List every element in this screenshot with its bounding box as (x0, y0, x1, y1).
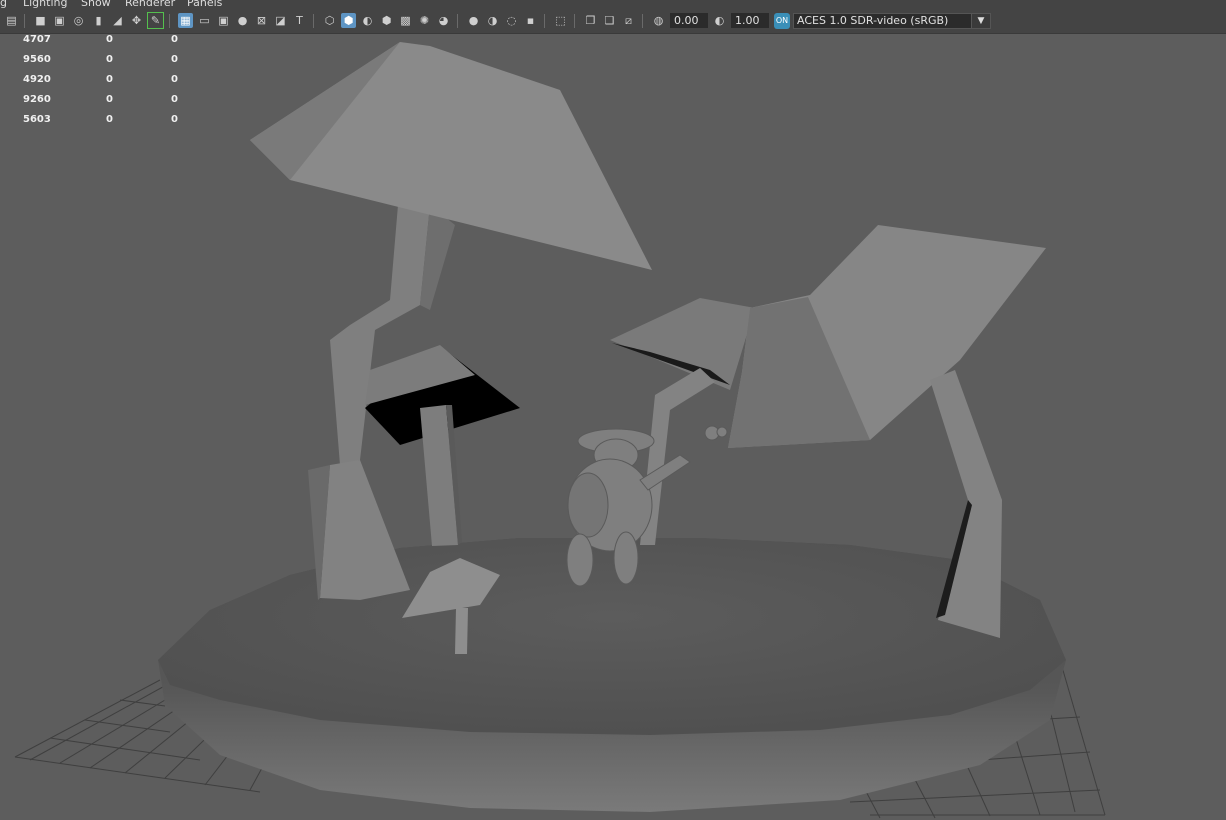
viewport-3d[interactable] (0, 34, 1226, 820)
xray-components-icon[interactable]: ⧄ (621, 13, 636, 28)
xray-joints-icon[interactable]: ❑ (602, 13, 617, 28)
menu-renderer[interactable]: Renderer (125, 0, 175, 9)
hud-row: 4707 0 0 (0, 34, 200, 54)
menu-shading[interactable]: g (0, 0, 7, 9)
gate-mask-icon[interactable]: ● (235, 13, 250, 28)
gamma-field[interactable]: 1.00 (731, 13, 769, 28)
gamma-icon[interactable]: ◐ (712, 13, 727, 28)
viewport-menubar: g Lighting Show Renderer Panels (0, 0, 1226, 10)
ground-disk (158, 538, 1066, 812)
hud-value: 9260 (23, 94, 51, 105)
wireframe-on-shaded-icon[interactable]: ⬢ (379, 13, 394, 28)
grid-icon[interactable]: ▦ (178, 13, 193, 28)
select-camera-icon[interactable]: ■ (33, 13, 48, 28)
color-management-toggle[interactable]: ON (774, 13, 790, 29)
toolbar-separator (24, 14, 25, 28)
menu-lighting[interactable]: Lighting (23, 0, 67, 9)
hud-row: 5603 0 0 (0, 114, 200, 134)
toolbar-separator (574, 14, 575, 28)
hud-value: 0 (106, 94, 113, 105)
hud-value: 0 (171, 74, 178, 85)
view-transform-value: ACES 1.0 SDR-video (sRGB) (797, 14, 949, 27)
hud-value: 0 (106, 114, 113, 125)
toolbar-separator (169, 14, 170, 28)
default-material-icon[interactable]: ◐ (360, 13, 375, 28)
small-mushroom-left (365, 345, 520, 546)
hud-value: 0 (171, 54, 178, 65)
bookmark-icon[interactable]: ▮ (91, 13, 106, 28)
isolate-select-icon[interactable]: ⬚ (553, 13, 568, 28)
image-plane-icon[interactable]: ◢ (110, 13, 125, 28)
resolution-gate-icon[interactable]: ▣ (216, 13, 231, 28)
hud-row: 9260 0 0 (0, 94, 200, 114)
hud-value: 0 (171, 94, 178, 105)
hud-value: 4707 (23, 34, 51, 45)
xray-icon[interactable]: ❐ (583, 13, 598, 28)
toolbar-separator (544, 14, 545, 28)
safe-title-icon[interactable]: T (292, 13, 307, 28)
hud-value: 4920 (23, 74, 51, 85)
hud-value: 5603 (23, 114, 51, 125)
motion-blur-icon[interactable]: ◑ (485, 13, 500, 28)
exposure-icon[interactable]: ◍ (651, 13, 666, 28)
grease-pencil-icon[interactable]: ✎ (147, 12, 164, 29)
hud-value: 9560 (23, 54, 51, 65)
hud-value: 0 (106, 54, 113, 65)
hud-value: 0 (106, 74, 113, 85)
viewport-toolbar: ▤ ■ ▣ ◎ ▮ ◢ ✥ ✎ ▦ ▭ ▣ ● ⊠ ◪ T ⬡ ⬢ ◐ ⬢ ▩ … (0, 10, 1226, 34)
toolbar-separator (642, 14, 643, 28)
textured-icon[interactable]: ▩ (398, 13, 413, 28)
use-all-lights-icon[interactable]: ✺ (417, 13, 432, 28)
heads-up-display: 4707 0 0 9560 0 0 4920 0 0 9260 0 0 5603… (0, 34, 200, 134)
lock-camera-icon[interactable]: ▣ (52, 13, 67, 28)
menu-show[interactable]: Show (81, 0, 111, 9)
wireframe-icon[interactable]: ⬡ (322, 13, 337, 28)
hud-value: 0 (106, 34, 113, 45)
toolbar-separator (457, 14, 458, 28)
view-transform-dropdown[interactable]: ACES 1.0 SDR-video (sRGB) ▼ (793, 13, 991, 29)
toolbar-separator (313, 14, 314, 28)
hud-row: 4920 0 0 (0, 74, 200, 94)
safe-action-icon[interactable]: ◪ (273, 13, 288, 28)
hud-value: 0 (171, 114, 178, 125)
hud-row: 9560 0 0 (0, 54, 200, 74)
hud-value: 0 (171, 34, 178, 45)
camera-attributes-icon[interactable]: ◎ (71, 13, 86, 28)
smooth-shade-icon[interactable]: ⬢ (341, 13, 356, 28)
screen-space-ao-icon[interactable]: ● (466, 13, 481, 28)
menu-panels[interactable]: Panels (187, 0, 222, 9)
film-gate-icon[interactable]: ▭ (197, 13, 212, 28)
depth-of-field-icon[interactable]: ▪ (523, 13, 538, 28)
exposure-field[interactable]: 0.00 (670, 13, 708, 28)
two-d-pan-zoom-icon[interactable]: ✥ (129, 13, 144, 28)
shadows-icon[interactable]: ◕ (436, 13, 451, 28)
chevron-down-icon: ▼ (971, 14, 990, 28)
panel-layout-icon[interactable]: ▤ (4, 13, 19, 28)
anti-aliasing-icon[interactable]: ◌ (504, 13, 519, 28)
field-chart-icon[interactable]: ⊠ (254, 13, 269, 28)
